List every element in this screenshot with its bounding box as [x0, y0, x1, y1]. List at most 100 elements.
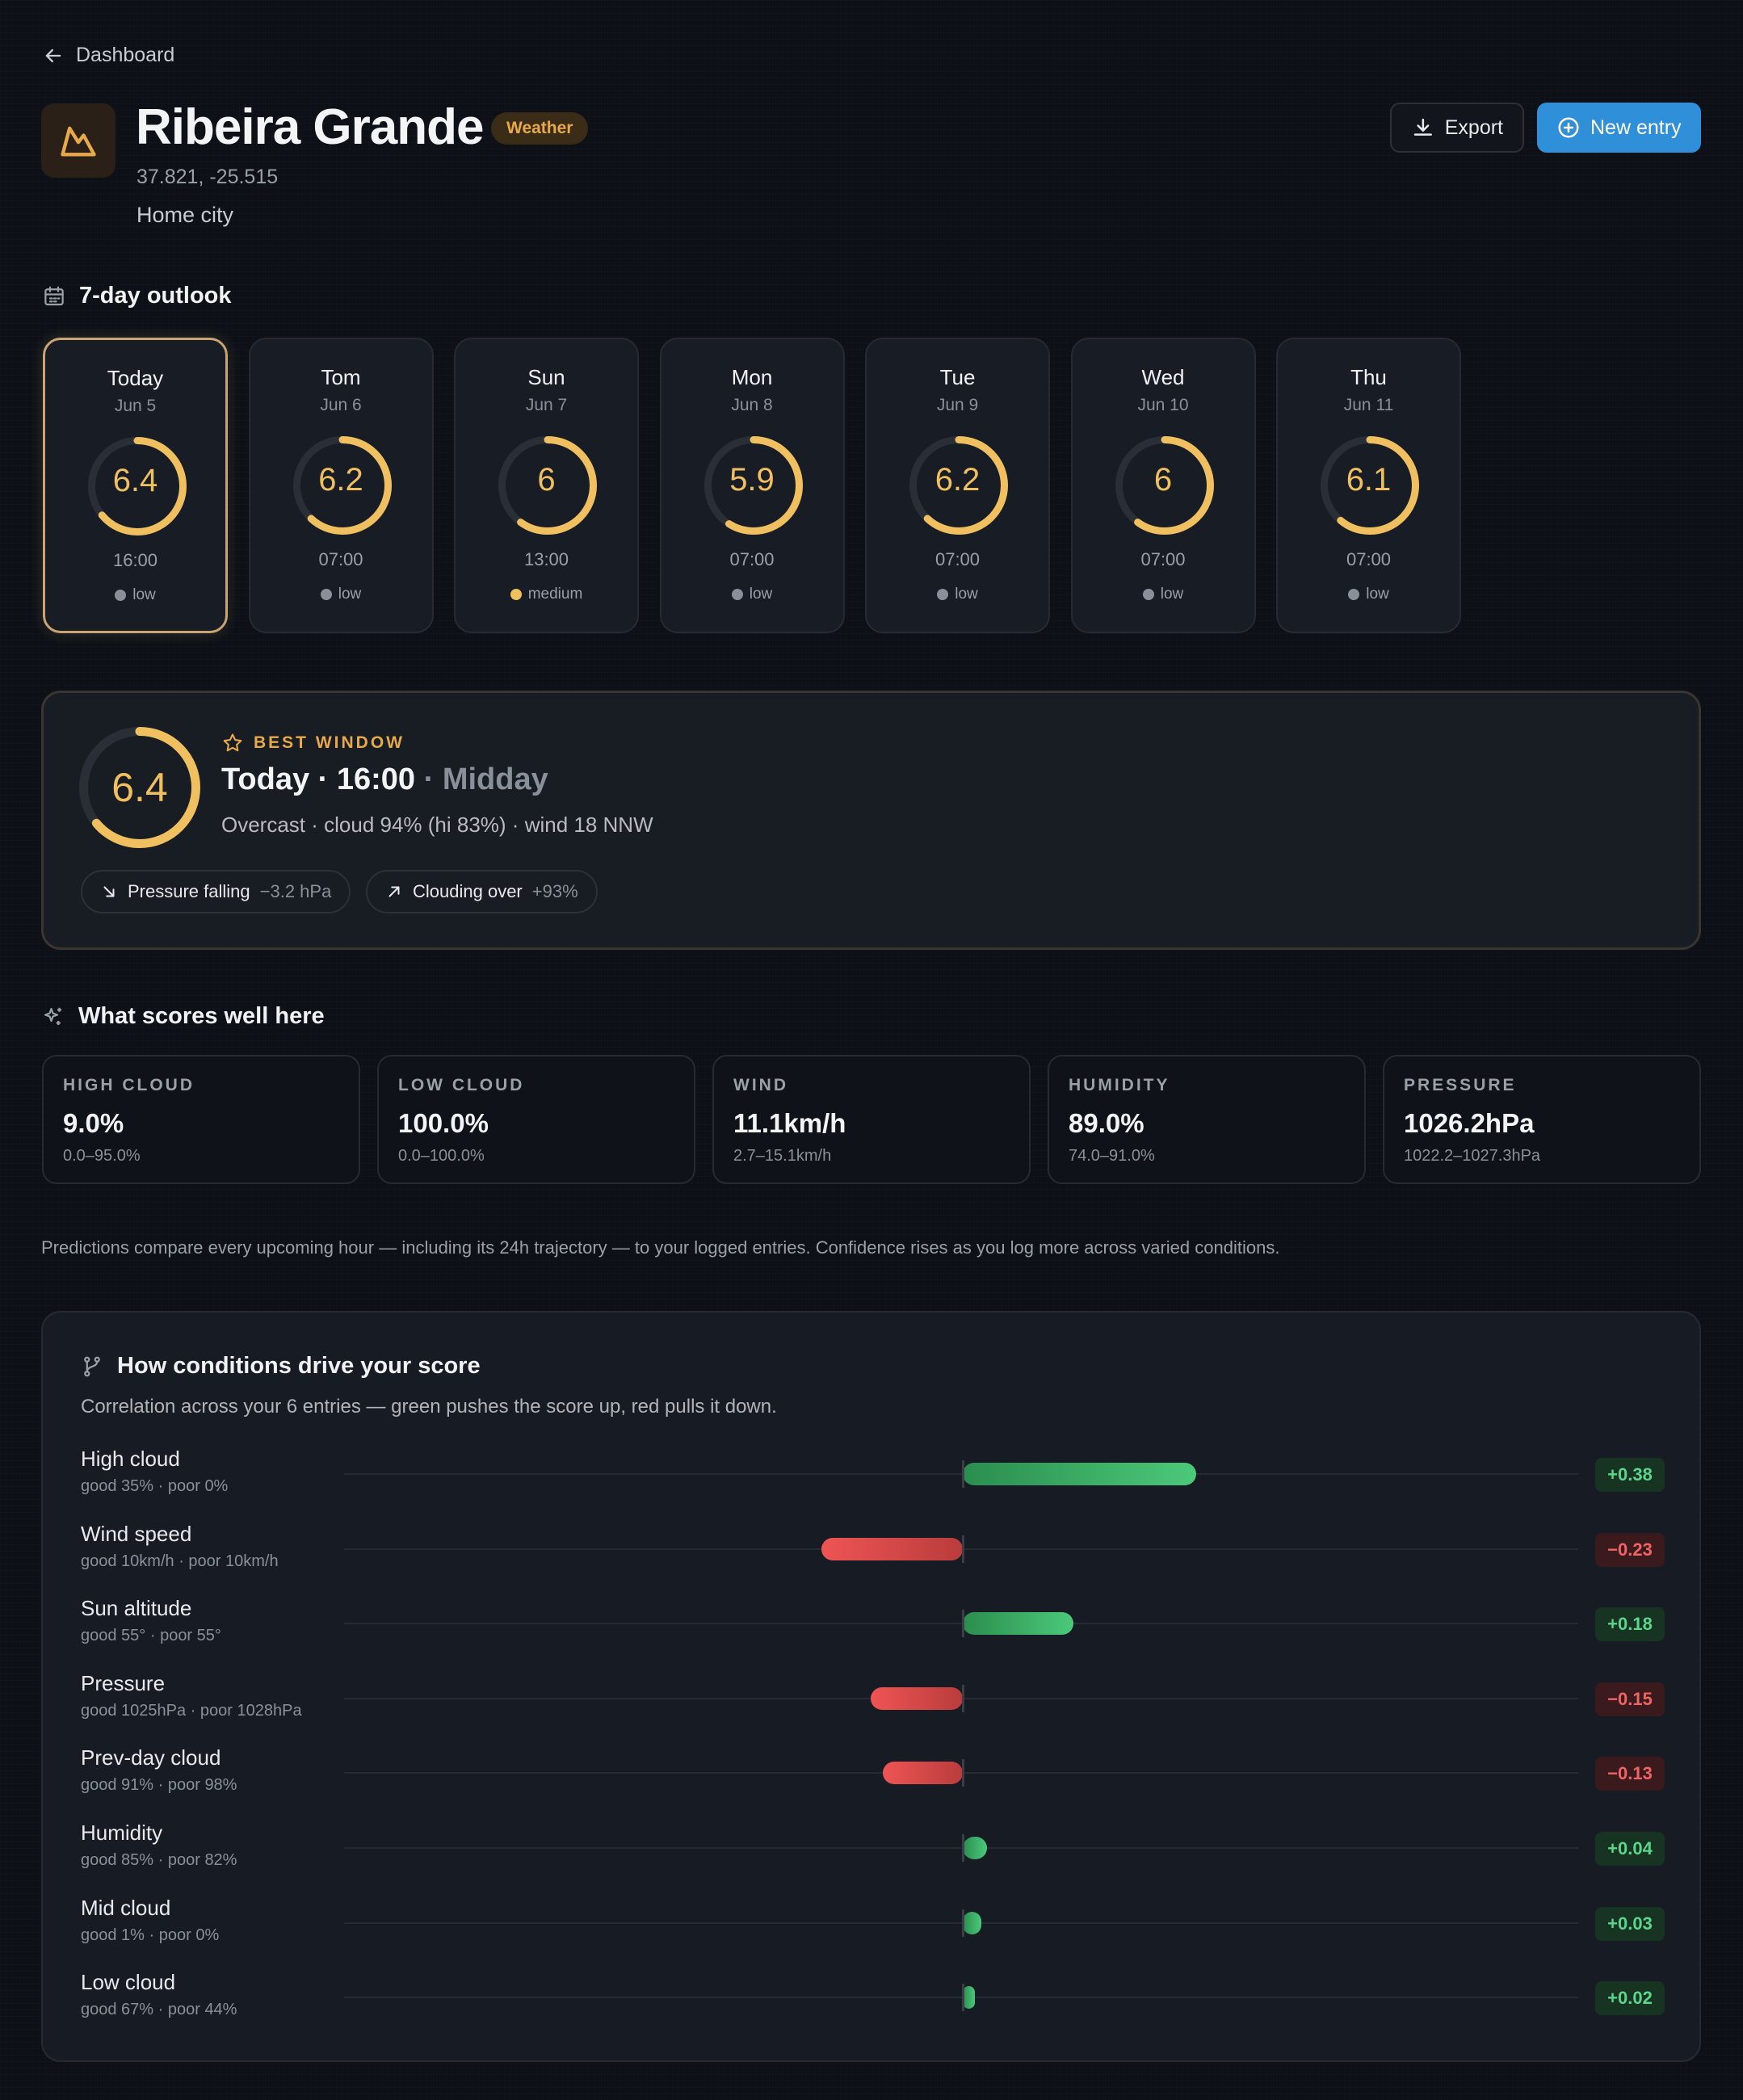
- condition-value-badge: +0.18: [1595, 1607, 1665, 1642]
- confidence-label: low: [132, 586, 156, 603]
- confidence-label: low: [1366, 586, 1389, 603]
- confidence-dot: [731, 589, 743, 600]
- day-date: Jun 6: [320, 396, 362, 414]
- condition-value-badge: −0.13: [1595, 1757, 1665, 1791]
- stat-label: PRESSURE: [1404, 1076, 1517, 1094]
- scores-heading: What scores well here: [41, 1003, 325, 1030]
- star-icon: [223, 733, 242, 752]
- back-link[interactable]: Dashboard: [42, 44, 174, 67]
- best-window-label: BEST WINDOW: [221, 732, 405, 754]
- sparkle-icon: [44, 1007, 61, 1025]
- condition-value-badge: +0.02: [1595, 1981, 1665, 2016]
- best-window-card[interactable]: 6.4 BEST WINDOW Today · 16:00 · Midday O…: [41, 691, 1701, 950]
- day-card-tom[interactable]: Tom Jun 6 6.2 07:00 low: [248, 338, 434, 633]
- condition-row[interactable]: Mid cloud good 1% · poor 0% +0.03: [43, 1896, 1699, 1970]
- confidence-label: low: [1160, 586, 1184, 603]
- condition-center-line: [962, 1759, 964, 1787]
- day-confidence: low: [1278, 586, 1460, 603]
- day-card-tue[interactable]: Tue Jun 9 6.2 07:00 low: [865, 338, 1050, 633]
- condition-row[interactable]: Sun altitude good 55° · poor 55° +0.18: [43, 1596, 1699, 1670]
- new-entry-button[interactable]: New entry: [1537, 103, 1701, 153]
- day-best-time: 07:00: [318, 549, 363, 569]
- condition-row[interactable]: Low cloud good 67% · poor 44% +0.02: [43, 1970, 1699, 2044]
- conditions-heading: How conditions drive your score: [80, 1353, 481, 1380]
- condition-center-line: [962, 1684, 964, 1712]
- day-score: 5.9: [729, 462, 775, 498]
- confidence-dot: [1142, 589, 1154, 600]
- stat-label: LOW CLOUD: [398, 1076, 525, 1094]
- confidence-dot: [510, 589, 522, 600]
- condition-name: High cloud: [81, 1447, 180, 1471]
- condition-row[interactable]: Prev-day cloud good 91% · poor 98% −0.13: [43, 1745, 1699, 1820]
- outlook-heading-text: 7-day outlook: [79, 283, 232, 309]
- stat-label: HUMIDITY: [1069, 1076, 1170, 1094]
- confidence-dot: [320, 589, 332, 600]
- day-card-today[interactable]: Today Jun 5 6.4 16:00 low: [43, 338, 228, 633]
- day-name: Tue: [939, 365, 976, 389]
- stat-card-low-cloud: LOW CLOUD 100.0% 0.0–100.0%: [377, 1055, 695, 1184]
- new-entry-button-label: New entry: [1590, 116, 1682, 139]
- best-window-label-text: BEST WINDOW: [254, 733, 405, 752]
- stat-card-high-cloud: HIGH CLOUD 9.0% 0.0–95.0%: [42, 1055, 360, 1184]
- export-button[interactable]: Export: [1390, 103, 1524, 153]
- page-title: Ribeira Grande: [136, 99, 484, 155]
- category-badge: Weather: [491, 112, 589, 145]
- condition-detail: good 67% · poor 44%: [81, 2001, 237, 2019]
- stat-value: 100.0%: [398, 1108, 489, 1138]
- day-name: Today: [107, 366, 164, 390]
- pressure-chip[interactable]: Pressure falling −3.2 hPa: [81, 870, 351, 914]
- confidence-label: medium: [527, 586, 583, 603]
- condition-track: [344, 1922, 1578, 1924]
- condition-name: Mid cloud: [81, 1895, 171, 1920]
- day-card-mon[interactable]: Mon Jun 8 5.9 07:00 low: [659, 338, 845, 633]
- clouding-chip[interactable]: Clouding over +93%: [366, 870, 598, 914]
- condition-row[interactable]: Pressure good 1025hPa · poor 1028hPa −0.15: [43, 1671, 1699, 1745]
- condition-row[interactable]: High cloud good 35% · poor 0% +0.38: [43, 1447, 1699, 1521]
- arrow-up-right-icon: [388, 886, 400, 897]
- condition-name: Humidity: [81, 1821, 163, 1845]
- condition-center-line: [962, 1535, 964, 1563]
- branch-icon: [84, 1356, 100, 1376]
- day-score: 6: [537, 462, 556, 498]
- condition-bar: [871, 1686, 963, 1710]
- condition-row[interactable]: Wind speed good 10km/h · poor 10km/h −0.23: [43, 1522, 1699, 1596]
- stat-value: 89.0%: [1069, 1108, 1144, 1138]
- condition-name: Pressure: [81, 1670, 166, 1695]
- condition-bar: [963, 1986, 976, 2010]
- pressure-chip-value: −3.2 hPa: [259, 881, 332, 901]
- condition-track: [344, 1997, 1578, 1999]
- stat-label: WIND: [733, 1076, 788, 1094]
- day-card-thu[interactable]: Thu Jun 11 6.1 07:00 low: [1276, 338, 1461, 633]
- condition-detail: good 1% · poor 0%: [81, 1926, 220, 1944]
- day-score: 6.1: [1346, 462, 1392, 498]
- day-best-time: 07:00: [1346, 549, 1392, 569]
- scores-heading-text: What scores well here: [78, 1003, 325, 1029]
- day-confidence: low: [1073, 586, 1254, 603]
- day-date: Jun 11: [1343, 396, 1394, 414]
- mountain-icon: [61, 126, 96, 157]
- calendar-icon: [44, 286, 64, 305]
- day-score: 6.4: [112, 463, 158, 498]
- conditions-heading-text: How conditions drive your score: [117, 1353, 481, 1379]
- best-window-description: Overcast · cloud 94% (hi 83%) · wind 18 …: [221, 813, 653, 837]
- stat-value: 9.0%: [63, 1108, 124, 1138]
- best-window-title: Today · 16:00 · Midday: [221, 762, 548, 797]
- stat-value: 11.1km/h: [733, 1108, 846, 1138]
- condition-name: Wind speed: [81, 1521, 192, 1546]
- day-card-wed[interactable]: Wed Jun 10 6 07:00 low: [1070, 338, 1256, 633]
- location-logo: [41, 103, 116, 178]
- day-name: Thu: [1350, 365, 1387, 389]
- day-confidence: low: [867, 586, 1048, 603]
- condition-bar: [963, 1463, 1196, 1485]
- download-icon: [1413, 118, 1433, 136]
- day-confidence: medium: [456, 586, 637, 603]
- export-button-label: Export: [1444, 116, 1503, 139]
- condition-track: [344, 1473, 1578, 1475]
- condition-bar: [963, 1837, 988, 1859]
- day-score: 6.2: [318, 462, 363, 498]
- day-card-sun[interactable]: Sun Jun 7 6 13:00 medium: [454, 338, 639, 633]
- condition-center-line: [962, 1984, 964, 2012]
- condition-row[interactable]: Humidity good 85% · poor 82% +0.04: [43, 1821, 1699, 1895]
- stat-range: 1022.2–1027.3hPa: [1404, 1147, 1541, 1165]
- day-score: 6.2: [934, 462, 981, 498]
